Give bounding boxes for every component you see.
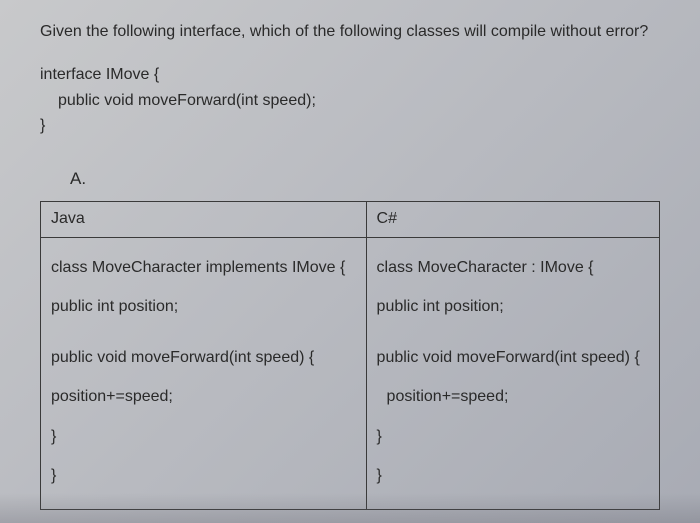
csharp-line-1: class MoveCharacter : IMove { xyxy=(377,250,649,285)
java-line-6: } xyxy=(51,458,356,493)
table-code-row: class MoveCharacter implements IMove { p… xyxy=(41,237,660,509)
csharp-code-cell: class MoveCharacter : IMove { public int… xyxy=(366,237,659,509)
option-label: A. xyxy=(70,169,660,189)
java-line-2: public int position; xyxy=(51,289,356,324)
bottom-shadow xyxy=(0,493,700,523)
code-line-1: interface IMove { xyxy=(40,62,660,88)
csharp-line-2: public int position; xyxy=(377,289,649,324)
code-line-3: } xyxy=(40,113,660,139)
csharp-line-5: } xyxy=(377,419,649,454)
header-java: Java xyxy=(41,201,367,237)
code-line-2: public void moveForward(int speed); xyxy=(40,88,660,114)
csharp-line-3: public void moveForward(int speed) { xyxy=(377,340,649,375)
java-code-cell: class MoveCharacter implements IMove { p… xyxy=(41,237,367,509)
java-line-5: } xyxy=(51,419,356,454)
header-csharp: C# xyxy=(366,201,659,237)
table-header-row: Java C# xyxy=(41,201,660,237)
code-comparison-table: Java C# class MoveCharacter implements I… xyxy=(40,201,660,510)
csharp-line-6: } xyxy=(377,458,649,493)
java-line-3: public void moveForward(int speed) { xyxy=(51,340,356,375)
csharp-line-4: position+=speed; xyxy=(377,379,649,414)
java-line-1: class MoveCharacter implements IMove { xyxy=(51,250,356,285)
question-text: Given the following interface, which of … xyxy=(40,20,660,44)
java-line-4: position+=speed; xyxy=(51,379,356,414)
interface-code-block: interface IMove { public void moveForwar… xyxy=(40,62,660,139)
